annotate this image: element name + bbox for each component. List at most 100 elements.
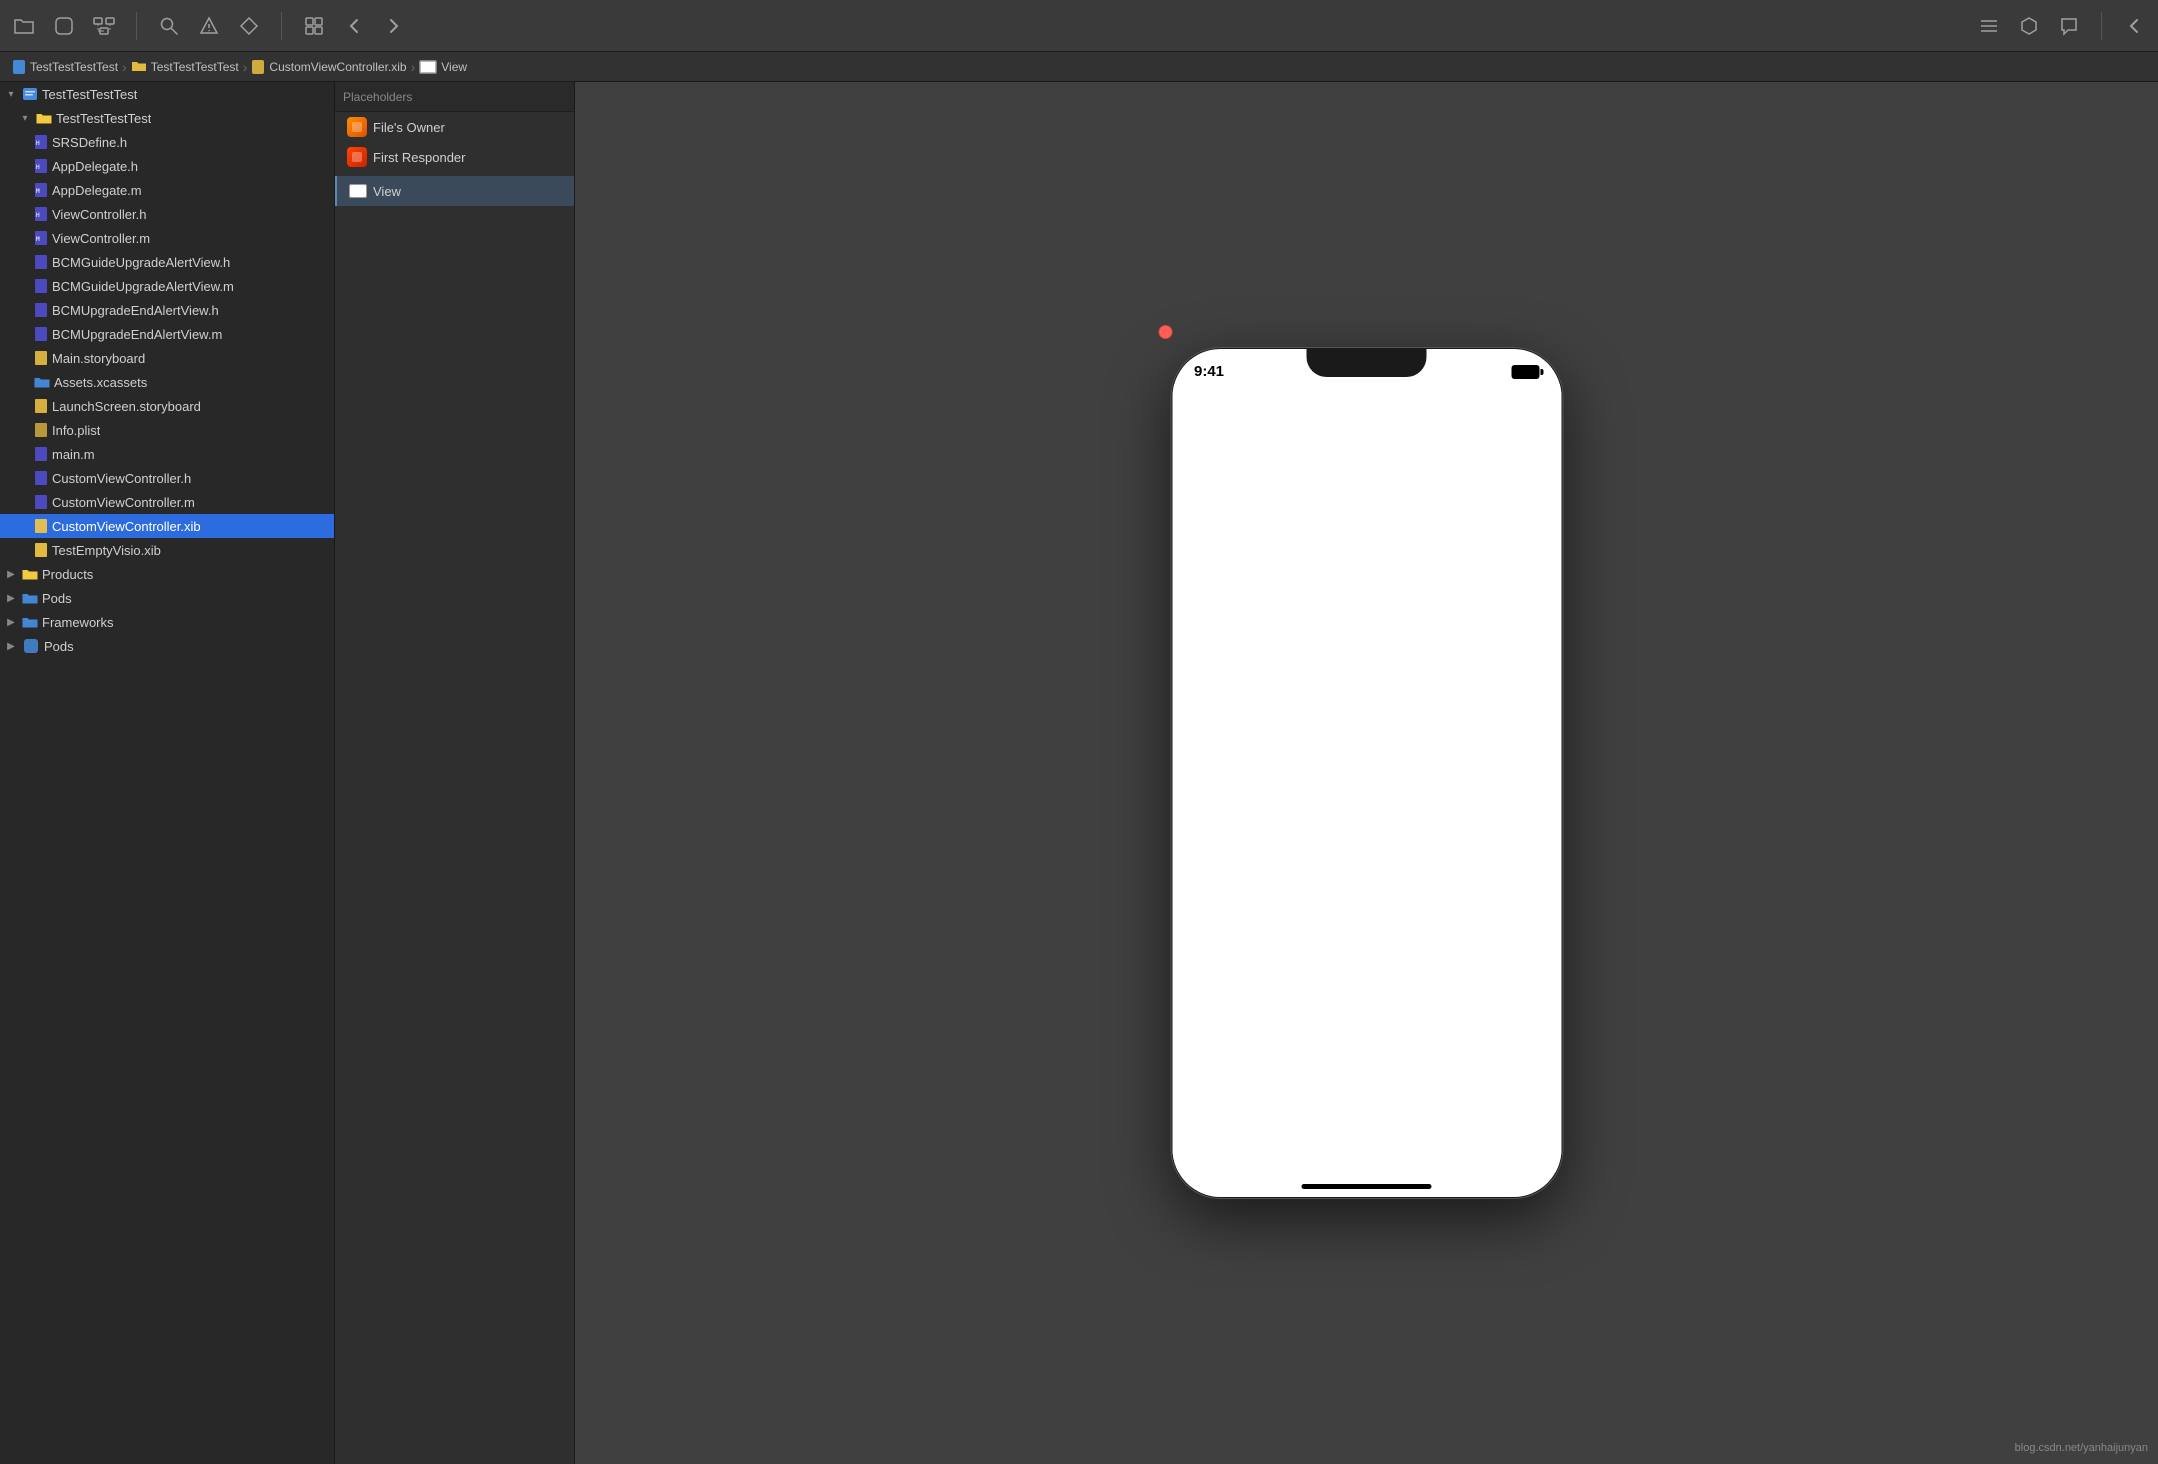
frameworks-folder-icon [22,616,38,629]
products-disclosure[interactable]: ▶ [4,567,18,581]
grid-view-icon[interactable] [302,14,326,38]
list-icon[interactable] [1977,14,2001,38]
m-file-icon-3 [34,278,48,294]
file-testempty-xib[interactable]: TestEmptyVisio.xib [0,538,334,562]
svg-text:H: H [36,140,40,147]
breadcrumb-sep-3: › [411,59,416,75]
svg-text:M: M [36,188,40,195]
file-assets[interactable]: Assets.xcassets [0,370,334,394]
file-appdelegate-m-label: AppDelegate.m [52,183,142,198]
xib-icon-1 [34,518,48,534]
breadcrumb-item-2: TestTestTestTest [151,60,239,74]
canvas-area[interactable]: 9:41 blog.csdn.net/yanhaijunyan [575,82,2158,1464]
panel-collapse-icon[interactable] [2122,14,2146,38]
view-item[interactable]: View [335,176,574,206]
file-launchscreen-label: LaunchScreen.storyboard [52,399,201,414]
nav-back-icon[interactable] [342,14,366,38]
pods-label-1: Pods [42,591,72,606]
svg-text:H: H [36,212,40,219]
breadcrumb-xib[interactable]: CustomViewController.xib [251,59,406,75]
file-main-storyboard-label: Main.storyboard [52,351,145,366]
diamond-icon[interactable] [237,14,261,38]
file-srsd[interactable]: H SRSDefine.h [0,130,334,154]
file-customvc-m[interactable]: CustomViewController.m [0,490,334,514]
file-customvc-h[interactable]: CustomViewController.h [0,466,334,490]
h-file-icon-2: H [34,158,48,174]
folder-open-icon[interactable] [12,14,36,38]
file-viewcontroller-h-label: ViewController.h [52,207,146,222]
files-owner-item[interactable]: File's Owner [335,112,574,142]
file-customvc-h-label: CustomViewController.h [52,471,191,486]
files-owner-label: File's Owner [373,120,445,135]
breadcrumb-item-4: View [441,60,467,74]
search-icon[interactable] [157,14,181,38]
m-file-icon-5 [34,446,48,462]
phone-frame: 9:41 [1170,347,1563,1199]
breadcrumb: TestTestTestTest › TestTestTestTest › Cu… [0,52,2158,82]
file-infoplist[interactable]: Info.plist [0,418,334,442]
svg-text:M: M [36,236,40,243]
file-navigator: ▾ TestTestTestTest ▾ TestTestTestTest H … [0,82,335,1464]
breadcrumb-view[interactable]: View [419,60,467,74]
frameworks-group[interactable]: ▶ Frameworks [0,610,334,634]
root-project-label: TestTestTestTest [42,87,137,102]
file-viewcontroller-m-label: ViewController.m [52,231,150,246]
canvas-close-button[interactable] [1158,325,1172,339]
h-file-icon: H [34,134,48,150]
file-appdelegate-h[interactable]: H AppDelegate.h [0,154,334,178]
file-customvc-xib[interactable]: CustomViewController.xib [0,514,334,538]
products-group[interactable]: ▶ Products [0,562,334,586]
breadcrumb-item-3: CustomViewController.xib [269,60,406,74]
phone-mockup: 9:41 [1170,347,1563,1199]
hexagon-icon[interactable] [2017,14,2041,38]
file-viewcontroller-m[interactable]: M ViewController.m [0,226,334,250]
nav-forward-icon[interactable] [382,14,406,38]
hierarchy-icon[interactable] [92,14,116,38]
pods-disclosure-2[interactable]: ▶ [4,639,18,653]
file-launchscreen[interactable]: LaunchScreen.storyboard [0,394,334,418]
root-project[interactable]: ▾ TestTestTestTest [0,82,334,106]
placeholders-header: Placeholders [335,82,574,112]
phone-notch [1307,349,1427,377]
root-disclosure[interactable]: ▾ [4,87,18,101]
placeholders-label: Placeholders [343,90,412,104]
breadcrumb-item-1[interactable]: TestTestTestTest [30,60,118,74]
breadcrumb-sep-1: › [122,59,127,75]
file-bcmguide-m[interactable]: BCMGuideUpgradeAlertView.m [0,274,334,298]
warning-icon[interactable] [197,14,221,38]
file-bcmguide-h[interactable]: BCMGuideUpgradeAlertView.h [0,250,334,274]
file-main-m[interactable]: main.m [0,442,334,466]
watermark-text: blog.csdn.net/yanhaijunyan [2015,1442,2148,1454]
frameworks-label: Frameworks [42,615,114,630]
breadcrumb-sep-2: › [243,59,248,75]
pods-disclosure-1[interactable]: ▶ [4,591,18,605]
pods-folder-icon-1 [22,592,38,605]
breadcrumb-folder[interactable]: TestTestTestTest [131,60,239,74]
file-bcmupgrade-h[interactable]: BCMUpgradeEndAlertView.h [0,298,334,322]
toolbar-sep-2 [281,12,282,40]
first-responder-label: First Responder [373,150,465,165]
file-bcmupgrade-m-label: BCMUpgradeEndAlertView.m [52,327,222,342]
file-viewcontroller-h[interactable]: H ViewController.h [0,202,334,226]
group-folder-icon [36,112,52,125]
stop-icon[interactable] [52,14,76,38]
h-file-icon-3: H [34,206,48,222]
file-bcmupgrade-m[interactable]: BCMUpgradeEndAlertView.m [0,322,334,346]
first-responder-item[interactable]: First Responder [335,142,574,172]
pods-group-1[interactable]: ▶ Pods [0,586,334,610]
group-disclosure[interactable]: ▾ [18,111,32,125]
file-bcmguide-m-label: BCMGuideUpgradeAlertView.m [52,279,234,294]
file-main-storyboard[interactable]: Main.storyboard [0,346,334,370]
view-content [1172,384,1561,1172]
products-folder-icon [22,568,38,581]
phone-time: 9:41 [1194,363,1224,380]
xib-icon-2 [34,542,48,558]
file-appdelegate-m[interactable]: M AppDelegate.m [0,178,334,202]
comment-icon[interactable] [2057,14,2081,38]
view-item-label: View [373,184,401,199]
toolbar-sep-1 [136,12,137,40]
group-folder[interactable]: ▾ TestTestTestTest [0,106,334,130]
frameworks-disclosure[interactable]: ▶ [4,615,18,629]
pods-group-2[interactable]: ▶ Pods [0,634,334,658]
plist-icon [34,422,48,438]
